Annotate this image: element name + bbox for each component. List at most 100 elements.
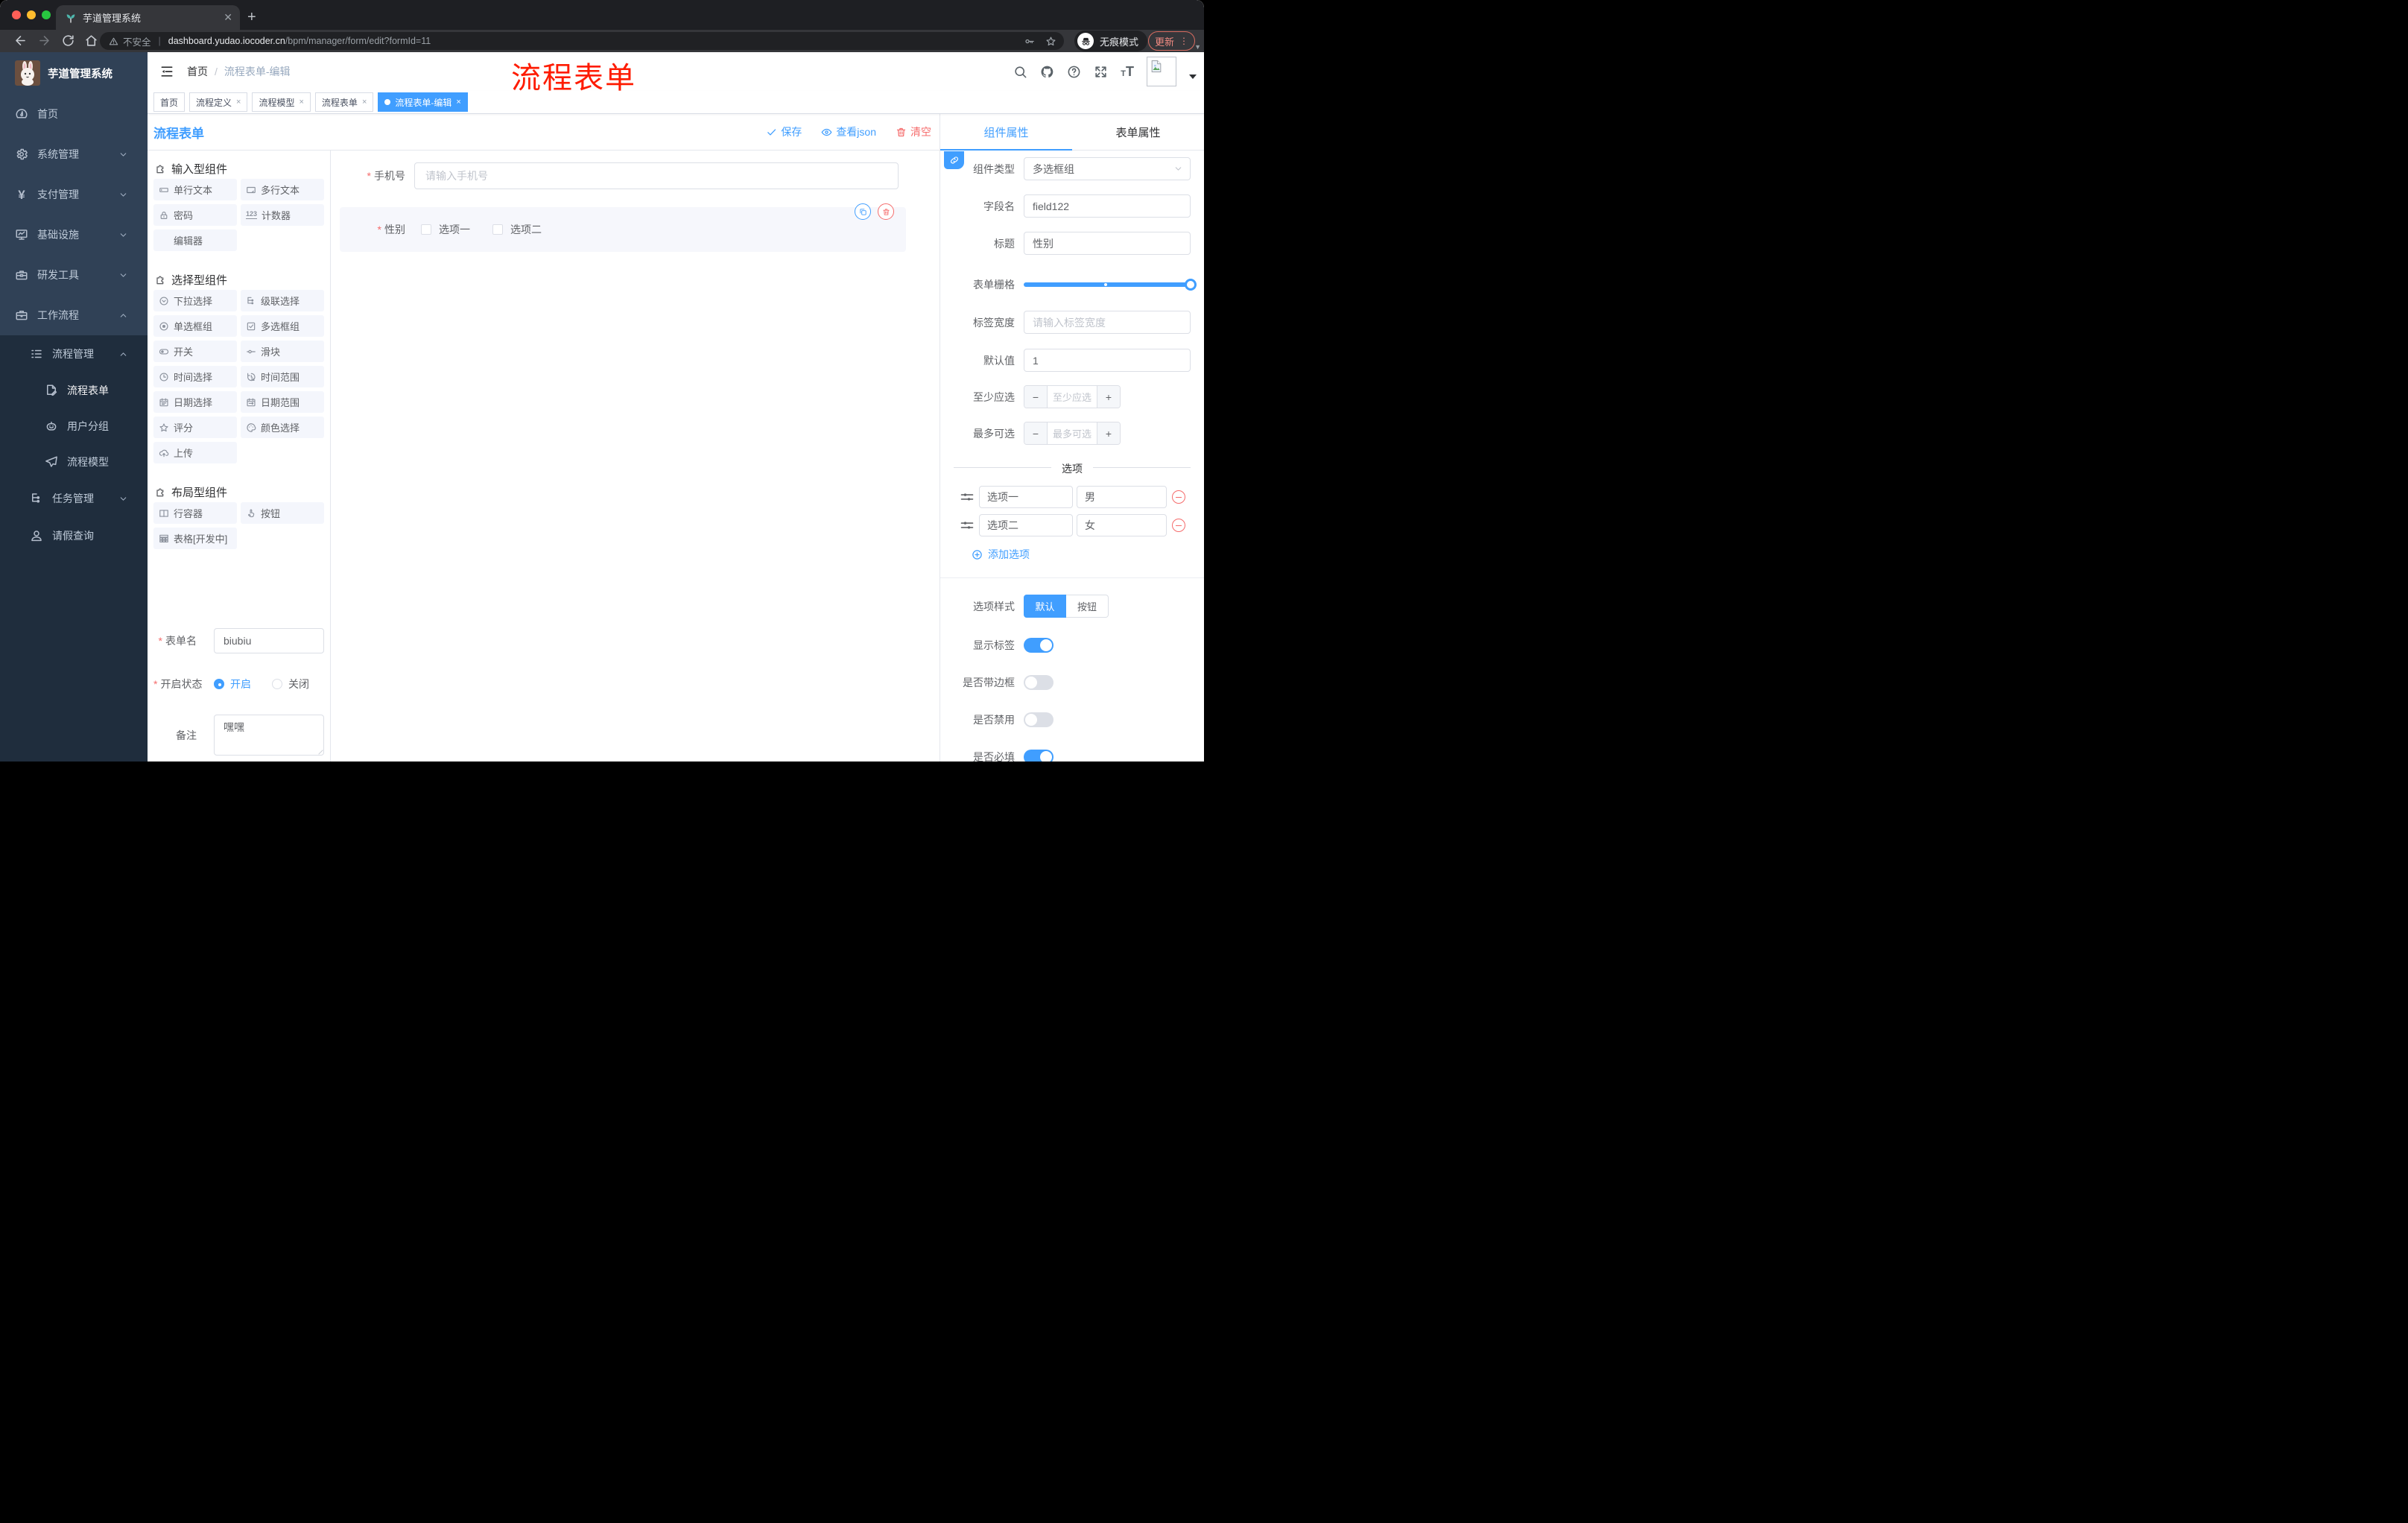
close-window-button[interactable]: [12, 10, 21, 19]
chrome-caret-icon[interactable]: ▼: [1194, 43, 1201, 51]
sidebar-item-3[interactable]: 基础设施: [0, 215, 148, 255]
minus-button[interactable]: −: [1024, 422, 1048, 444]
form-name-input[interactable]: biubiu: [214, 628, 324, 653]
add-option-button[interactable]: 添加选项: [972, 547, 1030, 562]
option-value-input[interactable]: 男: [1077, 486, 1167, 508]
component-1-12[interactable]: 上传: [153, 442, 237, 463]
component-1-10[interactable]: 评分: [153, 417, 237, 438]
component-1-1[interactable]: 级联选择: [241, 290, 324, 311]
canvas-phone-field[interactable]: 手机号 请输入手机号: [331, 162, 940, 189]
minus-button[interactable]: −: [1024, 386, 1048, 408]
delete-component-button[interactable]: [878, 203, 894, 220]
component-2-0[interactable]: 行容器: [153, 502, 237, 524]
sidebar-item-5[interactable]: 工作流程: [0, 295, 148, 335]
tag-1[interactable]: 流程定义 ×: [189, 92, 248, 112]
tag-close-icon[interactable]: ×: [456, 98, 460, 107]
title-input[interactable]: 性别: [1024, 232, 1191, 255]
style-option-0[interactable]: 默认: [1024, 595, 1066, 618]
password-key-icon[interactable]: [1024, 36, 1035, 47]
default-value-input[interactable]: 1: [1024, 349, 1191, 372]
zoom-window-button[interactable]: [42, 10, 51, 19]
fullscreen-icon[interactable]: [1094, 65, 1108, 79]
browser-menu-icon[interactable]: ⋮: [1179, 36, 1188, 46]
component-1-11[interactable]: 颜色选择: [241, 417, 324, 438]
canvas-gender-field-selected[interactable]: 性别 选项一 选项二: [340, 203, 906, 252]
style-option-1[interactable]: 按钮: [1066, 595, 1109, 618]
component-1-7[interactable]: 时间范围: [241, 366, 324, 387]
remove-option-button[interactable]: [1172, 519, 1185, 532]
tag-2[interactable]: 流程模型 ×: [252, 92, 311, 112]
sidebar-item-0[interactable]: 首页: [0, 94, 148, 134]
back-icon[interactable]: [13, 34, 28, 48]
toggle-switch-3[interactable]: [1024, 750, 1054, 762]
tag-close-icon[interactable]: ×: [362, 98, 367, 107]
avatar-caret-icon[interactable]: [1189, 75, 1197, 79]
remove-option-button[interactable]: [1172, 490, 1185, 504]
help-icon[interactable]: [1067, 65, 1081, 79]
sidebar-subitem-0[interactable]: 流程管理: [0, 335, 148, 373]
github-icon[interactable]: [1040, 65, 1054, 79]
home-icon[interactable]: [84, 34, 98, 48]
field-name-input[interactable]: field122: [1024, 194, 1191, 218]
status-radio-1[interactable]: 关闭: [272, 677, 309, 691]
component-0-1[interactable]: 多行文本: [241, 179, 324, 200]
component-0-4[interactable]: 编辑器: [153, 229, 237, 251]
toggle-switch-2[interactable]: [1024, 712, 1054, 727]
sidebar-item-4[interactable]: 研发工具: [0, 255, 148, 295]
forward-icon[interactable]: [37, 34, 51, 48]
font-size-icon[interactable]: TT: [1121, 64, 1134, 80]
tag-close-icon[interactable]: ×: [236, 98, 241, 107]
toggle-switch-0[interactable]: [1024, 638, 1054, 653]
grid-slider[interactable]: [1024, 278, 1197, 291]
form-canvas[interactable]: 手机号 请输入手机号 性别 选项一 选项二: [331, 151, 940, 762]
search-icon[interactable]: [1013, 65, 1027, 79]
reload-icon[interactable]: [61, 34, 75, 48]
designer-action-0[interactable]: 保存: [766, 124, 802, 139]
sidebar-subitem-1[interactable]: 流程表单: [0, 373, 148, 408]
copy-component-button[interactable]: [855, 203, 871, 220]
slider-handle[interactable]: [1185, 278, 1197, 291]
gender-checkbox-1[interactable]: 选项二: [492, 222, 542, 237]
new-tab-button[interactable]: +: [247, 9, 256, 26]
option-label-input[interactable]: 选项二: [979, 514, 1073, 536]
component-1-2[interactable]: 单选框组: [153, 315, 237, 337]
component-0-2[interactable]: 密码: [153, 204, 237, 226]
tag-0[interactable]: 首页: [153, 92, 186, 112]
component-1-5[interactable]: 滑块: [241, 341, 324, 362]
sidebar-logo[interactable]: 芋道管理系统: [0, 52, 148, 94]
tag-3[interactable]: 流程表单 ×: [314, 92, 374, 112]
type-select[interactable]: 多选框组: [1024, 157, 1191, 180]
toggle-switch-1[interactable]: [1024, 675, 1054, 690]
component-2-1[interactable]: 按钮: [241, 502, 324, 524]
hamburger-icon[interactable]: [159, 64, 174, 79]
tab-close-icon[interactable]: ✕: [224, 11, 232, 24]
bookmark-star-icon[interactable]: [1045, 36, 1056, 47]
designer-action-2[interactable]: 清空: [896, 124, 931, 139]
component-1-6[interactable]: 时间选择: [153, 366, 237, 387]
option-value-input[interactable]: 女: [1077, 514, 1167, 536]
component-2-2[interactable]: 表格[开发中]: [153, 528, 237, 549]
status-radio-0[interactable]: 开启: [214, 677, 251, 691]
component-1-0[interactable]: 下拉选择: [153, 290, 237, 311]
plus-button[interactable]: +: [1097, 422, 1120, 444]
component-0-0[interactable]: 单行文本: [153, 179, 237, 200]
sidebar-subitem-2[interactable]: 用户分组: [0, 408, 148, 444]
form-remark-textarea[interactable]: 嘿嘿: [214, 715, 324, 756]
address-bar[interactable]: 不安全 | dashboard.yudao.iocoder.cn/bpm/man…: [100, 32, 1064, 50]
tag-4[interactable]: 流程表单-编辑 ×: [378, 92, 468, 112]
plus-button[interactable]: +: [1097, 386, 1120, 408]
component-1-9[interactable]: 日期范围: [241, 391, 324, 413]
sidebar-subitem-3[interactable]: 流程模型: [0, 444, 148, 480]
component-1-3[interactable]: 多选框组: [241, 315, 324, 337]
component-1-4[interactable]: 开关: [153, 341, 237, 362]
component-1-8[interactable]: 日期选择: [153, 391, 237, 413]
browser-tab[interactable]: 芋道管理系统 ✕: [56, 5, 240, 30]
browser-update-button[interactable]: 更新 ⋮: [1148, 31, 1195, 51]
sidebar-subitem-4[interactable]: 任务管理: [0, 480, 148, 517]
labelwidth-input[interactable]: 请输入标签宽度: [1024, 311, 1191, 334]
option-label-input[interactable]: 选项一: [979, 486, 1073, 508]
designer-action-1[interactable]: 查看json: [821, 124, 876, 139]
tag-close-icon[interactable]: ×: [299, 98, 303, 107]
tab-form-props[interactable]: 表单属性: [1072, 114, 1204, 150]
tab-component-props[interactable]: 组件属性: [940, 114, 1072, 150]
